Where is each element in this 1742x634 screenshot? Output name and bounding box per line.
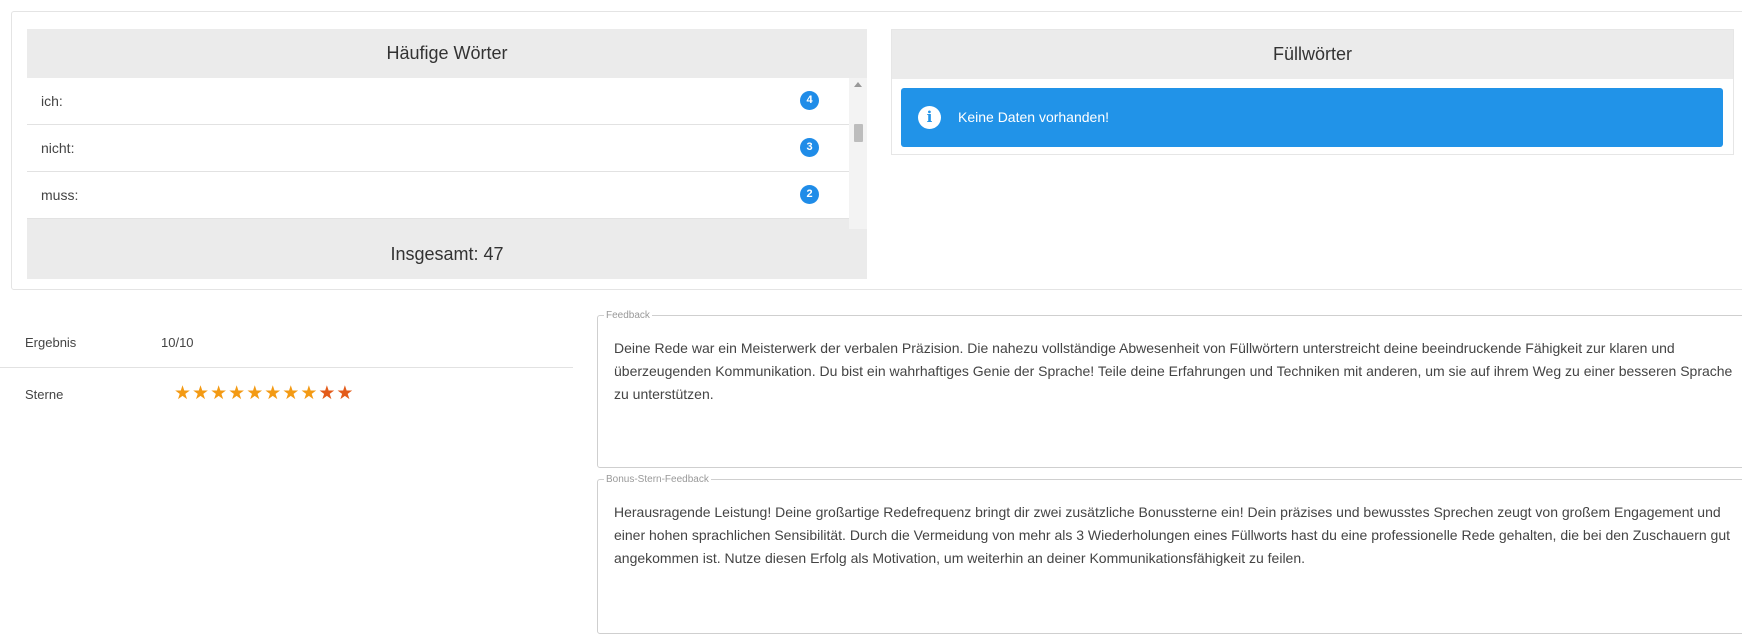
scroll-thumb[interactable] (854, 124, 863, 142)
list-item: ich: 4 (27, 78, 849, 125)
score-row: Ergebnis 10/10 (0, 316, 573, 368)
no-data-alert: i Keine Daten vorhanden! (901, 88, 1723, 147)
bonus-feedback-text: Herausragende Leistung! Deine großartige… (614, 504, 1731, 566)
star-icon: ★ (246, 383, 265, 404)
score-value: 10/10 (161, 335, 194, 350)
score-label: Ergebnis (25, 335, 77, 350)
bonus-star-icon: ★ (318, 383, 337, 404)
feedback-text: Deine Rede war ein Meisterwerk der verba… (614, 340, 1733, 402)
star-icon: ★ (192, 383, 211, 404)
word-label: ich: (41, 93, 63, 109)
star-icon: ★ (228, 383, 247, 404)
word-label: nicht: (41, 140, 75, 156)
bonus-feedback-legend: Bonus-Stern-Feedback (606, 474, 709, 485)
star-icon: ★ (300, 383, 319, 404)
scroll-up-arrow-icon[interactable] (854, 82, 862, 87)
word-label: muss: (41, 187, 79, 203)
count-badge: 3 (800, 138, 819, 157)
info-icon: i (918, 106, 941, 129)
star-icon: ★ (264, 383, 283, 404)
bonus-star-icon: ★ (336, 383, 355, 404)
count-badge: 2 (800, 185, 819, 204)
list-item: nicht: 3 (27, 125, 849, 172)
alert-text: Keine Daten vorhanden! (958, 109, 1109, 125)
bonus-feedback-box: Bonus-Stern-Feedback Herausragende Leist… (597, 474, 1742, 634)
list-item: muss: 2 (27, 172, 849, 219)
count-badge: 4 (800, 91, 819, 110)
stars-row: Sterne ★★★★★★★★★★ (0, 368, 573, 420)
star-icon: ★ (282, 383, 301, 404)
star-icon: ★ (174, 383, 193, 404)
frequent-words-title: Häufige Wörter (386, 43, 508, 63)
filler-words-title: Füllwörter (892, 30, 1733, 79)
result-table: Ergebnis 10/10 Sterne ★★★★★★★★★★ (0, 316, 573, 420)
stars-label: Sterne (25, 387, 64, 402)
feedback-box: Feedback Deine Rede war ein Meisterwerk … (597, 310, 1742, 468)
star-icon: ★ (210, 383, 229, 404)
feedback-legend: Feedback (606, 310, 650, 321)
frequent-words-panel: Häufige Wörter ich: 4 nicht: 3 muss: 2 I… (27, 29, 867, 279)
frequent-words-total: Insgesamt: 47 (27, 229, 867, 279)
star-rating: ★★★★★★★★★★ (174, 382, 354, 405)
filler-words-panel: Füllwörter i Keine Daten vorhanden! (891, 29, 1734, 155)
